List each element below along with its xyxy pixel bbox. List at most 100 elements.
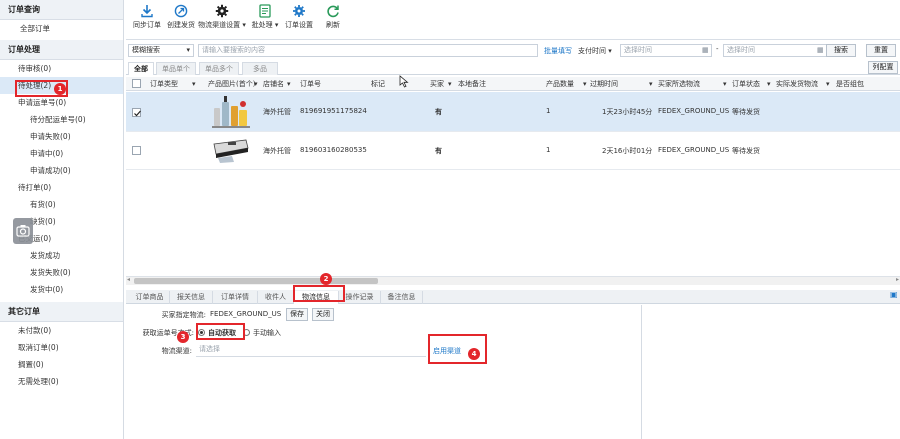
col-store[interactable]: 店铺名: [263, 77, 284, 91]
sidebar-item-all-orders[interactable]: 全部订单: [0, 20, 123, 37]
column-config-button[interactable]: 列配置: [868, 61, 898, 74]
col-local-note[interactable]: 本地备注: [458, 77, 486, 91]
product-image-blender[interactable]: [212, 94, 250, 130]
horizontal-scrollbar[interactable]: ◂ ▸: [126, 276, 900, 285]
sort-icon: ▾: [448, 80, 452, 88]
sync-orders-button[interactable]: 同步订单: [130, 4, 164, 30]
manual-input-radio[interactable]: [243, 329, 250, 336]
create-shipment-icon: [174, 4, 188, 18]
camera-widget[interactable]: [13, 218, 33, 244]
table-row[interactable]: 海外托管 819603160280535 有 1 2天16小时01分 FEDEX…: [126, 132, 900, 170]
col-order-no[interactable]: 订单号: [300, 77, 321, 91]
save-button[interactable]: 保存: [286, 308, 308, 321]
buyer-logistics: FEDEX_GROUND_US: [658, 146, 730, 154]
sidebar-item-no-process[interactable]: 无需处理(0): [0, 373, 123, 390]
sidebar-item-apply-success[interactable]: 申请成功(0): [0, 162, 123, 179]
col-order-status[interactable]: 订单状态: [732, 77, 760, 91]
order-number[interactable]: 819603160280535: [300, 146, 367, 154]
tab-order-products[interactable]: 订单商品: [130, 291, 170, 304]
time-end-input[interactable]: 选择时间: [723, 44, 827, 57]
sort-icon: ▾: [723, 80, 727, 88]
row-checkbox[interactable]: [132, 108, 141, 117]
step-badge-4: 4: [468, 348, 480, 360]
order-status: 等待发货: [732, 108, 760, 116]
sidebar-item-ship-failed[interactable]: 发货失败(0): [0, 264, 123, 281]
row-checkbox[interactable]: [132, 146, 141, 155]
sidebar-item-apply-failed[interactable]: 申请失败(0): [0, 128, 123, 145]
search-input[interactable]: 请输入要搜索的内容: [198, 44, 538, 57]
table-row[interactable]: 海外托管 819691951175824 有 1 1天23小时45分 FEDEX…: [126, 92, 900, 132]
batch-fill-link[interactable]: 批量填写: [544, 46, 572, 56]
calendar-icon[interactable]: ▦: [702, 46, 709, 54]
main-content: 同步订单 创建发货 物流渠道设置 ▾ 批处理 ▾ 订单设置 刷新 模糊搜索 ▾ …: [126, 0, 900, 439]
settings-gear-icon: [293, 5, 305, 17]
select-all-checkbox[interactable]: [132, 79, 141, 88]
tab-all[interactable]: 全部: [128, 62, 154, 75]
tab-order-details[interactable]: 订单详情: [213, 291, 258, 304]
calendar-icon[interactable]: ▦: [817, 46, 824, 54]
sidebar-item-cancelled[interactable]: 取消订单(0): [0, 339, 123, 356]
time-type-select[interactable]: 支付时间 ▾: [578, 46, 612, 56]
scroll-left-icon[interactable]: ◂: [127, 276, 130, 283]
auto-fetch-label[interactable]: 自动获取: [208, 328, 236, 338]
sync-orders-label: 同步订单: [133, 21, 161, 29]
reset-button[interactable]: 重置: [866, 44, 896, 57]
scrollbar-thumb[interactable]: [134, 278, 378, 284]
order-settings-button[interactable]: 订单设置: [282, 4, 316, 30]
col-product-image[interactable]: 产品图片(首个): [208, 77, 255, 91]
tab-logistics-info[interactable]: 物流信息: [294, 291, 339, 304]
product-image-vacuum-sealer[interactable]: [212, 138, 250, 164]
col-actual-logistics[interactable]: 实际发货物流: [776, 77, 818, 91]
scroll-right-icon[interactable]: ▸: [896, 276, 899, 283]
tab-multi-product[interactable]: 多品: [242, 62, 278, 75]
col-order-type[interactable]: 订单类型: [150, 77, 178, 91]
refresh-button[interactable]: 刷新: [318, 4, 348, 30]
sidebar-item-unpaid[interactable]: 未付款(0): [0, 322, 123, 339]
enable-channel-link[interactable]: 启用渠道: [433, 346, 461, 356]
channel-select[interactable]: 请选择: [196, 344, 426, 357]
sidebar-item-pending-review[interactable]: 待审核(0): [0, 60, 123, 77]
section-title-order-process: 订单处理: [0, 40, 123, 60]
tab-recipient[interactable]: 收件人: [258, 291, 294, 304]
sidebar-item-on-hold[interactable]: 搁置(0): [0, 356, 123, 373]
panel-toggle-icon[interactable]: ▣: [890, 290, 898, 299]
auto-fetch-radio[interactable]: [198, 329, 205, 336]
sort-icon: ▾: [649, 80, 653, 88]
order-number[interactable]: 819691951175824: [300, 107, 367, 115]
download-icon: [141, 5, 153, 18]
sidebar-item-applying[interactable]: 申请中(0): [0, 145, 123, 162]
sidebar-item-ship-success[interactable]: 发货成功: [0, 247, 123, 264]
logistics-info-panel: 买家指定物流: FEDEX_GROUND_US 保存 关闭 获取运单号方式: 自…: [126, 305, 642, 439]
create-shipment-button[interactable]: 创建发货: [164, 4, 198, 30]
sidebar-item-pending-assign-tracking[interactable]: 待分配运单号(0): [0, 111, 123, 128]
col-buyer-logistics[interactable]: 买家所选物流: [658, 77, 700, 91]
sort-icon: ▾: [583, 80, 587, 88]
manual-input-label[interactable]: 手动输入: [253, 328, 281, 338]
col-mark[interactable]: 标记: [371, 77, 385, 91]
close-button[interactable]: 关闭: [312, 308, 334, 321]
tab-remarks[interactable]: 备注信息: [381, 291, 423, 304]
batch-edit-icon: [259, 4, 271, 18]
tab-operation-log[interactable]: 操作记录: [339, 291, 381, 304]
sidebar-item-pending-print[interactable]: 待打单(0): [0, 179, 123, 196]
order-settings-label: 订单设置: [285, 21, 313, 29]
search-type-select[interactable]: 模糊搜索 ▾: [128, 44, 194, 57]
col-quantity[interactable]: 产品数量: [546, 77, 574, 91]
logistics-channel-settings-button[interactable]: 物流渠道设置 ▾: [198, 4, 246, 30]
col-expire-time[interactable]: 过期时间: [590, 77, 618, 91]
sidebar-item-apply-tracking[interactable]: 申请运单号(0): [0, 94, 123, 111]
tab-single-product-single[interactable]: 单品单个: [156, 62, 196, 75]
batch-process-button[interactable]: 批处理 ▾: [248, 4, 282, 30]
sidebar-item-in-stock[interactable]: 有货(0): [0, 196, 123, 213]
search-button[interactable]: 搜索: [826, 44, 856, 57]
sidebar-item-shipping[interactable]: 发货中(0): [0, 281, 123, 298]
tab-customs-info[interactable]: 报关信息: [170, 291, 213, 304]
col-buyer[interactable]: 买家: [430, 77, 444, 91]
chevron-down-icon: ▾: [242, 21, 246, 29]
gear-icon: [215, 4, 229, 18]
col-is-bundle[interactable]: 是否组包: [836, 77, 864, 91]
expire-time: 2天16小时01分: [602, 147, 653, 155]
sort-icon: ▾: [192, 80, 196, 88]
time-start-input[interactable]: 选择时间: [620, 44, 712, 57]
tab-single-product-multi[interactable]: 单品多个: [199, 62, 239, 75]
